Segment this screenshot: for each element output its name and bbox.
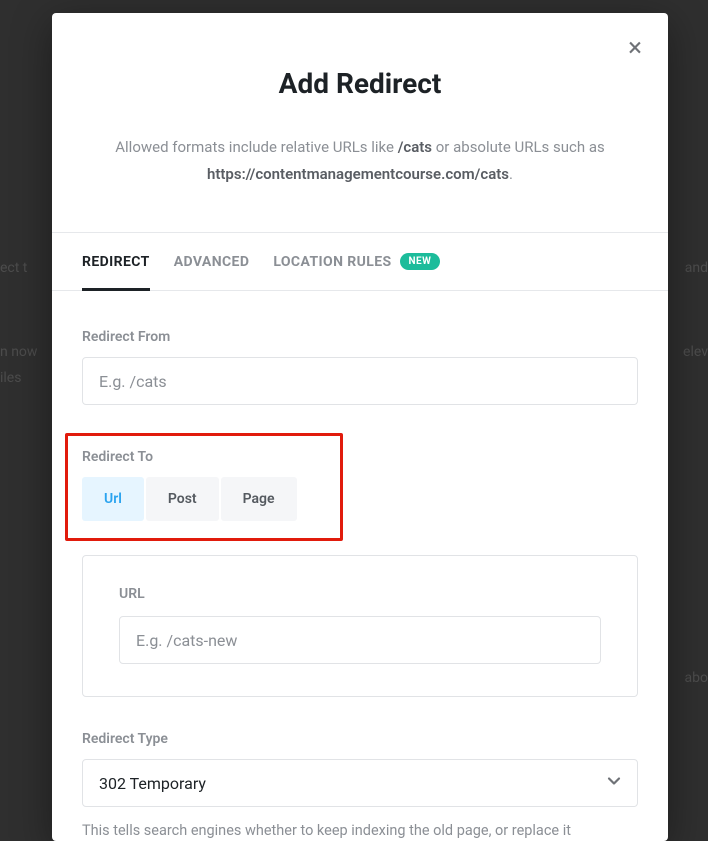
modal-description: Allowed formats include relative URLs li… [100, 134, 620, 188]
tab-redirect[interactable]: REDIRECT [82, 233, 150, 291]
url-subpanel: URL [82, 555, 638, 697]
bg-text: abo [685, 670, 708, 686]
desc-text: Allowed formats include relative URLs li… [115, 138, 397, 156]
seg-page[interactable]: Page [221, 477, 297, 521]
field-redirect-from: Redirect From [82, 329, 638, 405]
new-badge: NEW [400, 253, 441, 270]
redirect-type-select[interactable]: 302 Temporary [82, 759, 638, 807]
label-redirect-to: Redirect To [82, 449, 326, 465]
modal-body: Redirect From Redirect To Url Post Page … [52, 291, 668, 841]
label-redirect-type: Redirect Type [82, 731, 638, 747]
select-wrap: 302 Temporary [82, 759, 638, 807]
redirect-to-segmented: Url Post Page [82, 477, 326, 521]
modal-title: Add Redirect [92, 67, 628, 100]
url-input[interactable] [119, 616, 601, 664]
seg-url[interactable]: Url [82, 477, 144, 521]
redirect-from-input[interactable] [82, 357, 638, 405]
label-url: URL [119, 586, 601, 602]
bg-text: elev [683, 344, 708, 360]
redirect-to-highlight: Redirect To Url Post Page [65, 433, 343, 541]
seg-post[interactable]: Post [146, 477, 219, 521]
tab-location-rules[interactable]: LOCATION RULES NEW [273, 233, 440, 291]
desc-text: or absolute URLs such as [432, 138, 605, 156]
modal-header: Add Redirect Allowed formats include rel… [52, 13, 668, 188]
redirect-type-helper: This tells search engines whether to kee… [82, 819, 638, 841]
add-redirect-modal: × Add Redirect Allowed formats include r… [52, 13, 668, 841]
bg-text: and [685, 260, 708, 276]
tab-label: LOCATION RULES [273, 254, 391, 270]
desc-text: . [509, 165, 513, 183]
tabs: REDIRECT ADVANCED LOCATION RULES NEW [52, 232, 668, 291]
label-redirect-from: Redirect From [82, 329, 638, 345]
bg-text: n now [0, 344, 37, 360]
field-redirect-type: Redirect Type 302 Temporary This tells s… [82, 731, 638, 841]
close-button[interactable]: × [628, 35, 642, 61]
bg-text: ect t [0, 260, 27, 276]
desc-bold: https://contentmanagementcourse.com/cats [207, 165, 509, 183]
tab-advanced[interactable]: ADVANCED [174, 233, 250, 291]
bg-text: iles [0, 370, 21, 386]
desc-bold: /cats [398, 138, 432, 156]
